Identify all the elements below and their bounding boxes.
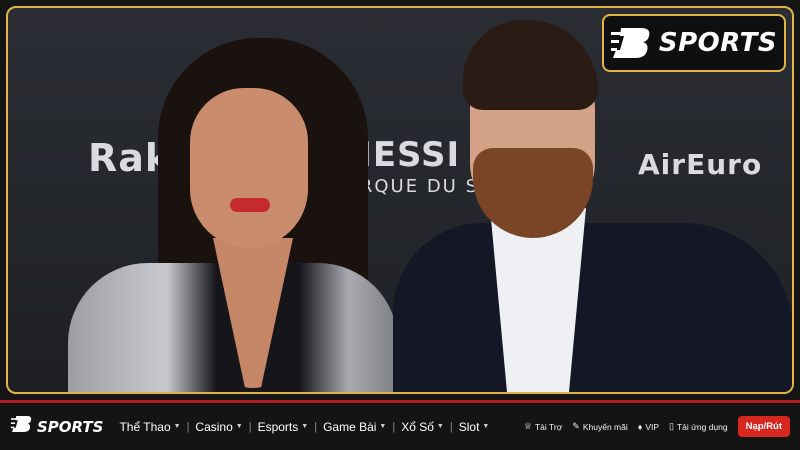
nav-item-casino[interactable]: Casino ▼ — [189, 420, 248, 434]
caret-down-icon: ▼ — [436, 423, 444, 430]
util-label: Tải ứng dụng — [676, 421, 728, 432]
util-label: Tài Trợ — [534, 421, 563, 432]
nav-item-label: Xổ Số — [401, 419, 434, 434]
nav-item-label: Esports — [257, 419, 299, 434]
nav-item-label: Casino — [195, 419, 233, 434]
nav-menu: Thể Thao ▼ | Casino ▼ | Esports ▼ | Game… — [113, 420, 495, 434]
caret-down-icon: ▼ — [379, 423, 387, 430]
caret-down-icon: ▼ — [173, 423, 181, 430]
nav-item-esports[interactable]: Esports ▼ — [252, 420, 315, 434]
nav-logo-text: SPORTS — [37, 417, 104, 436]
nav-item-label: Game Bài — [323, 419, 377, 434]
nav-logo[interactable]: SPORTS — [10, 415, 103, 438]
nav-item-slot[interactable]: Slot ▼ — [453, 420, 496, 434]
util-sponsor[interactable]: ♕ Tài Trợ — [524, 421, 562, 432]
caret-down-icon: ▼ — [482, 423, 490, 430]
hero-frame: Raku MESSI CIRQUE DU SO AirEuro TT SPORT… — [0, 0, 800, 400]
phone-icon: ▯ — [669, 421, 674, 431]
vip-icon: ♦ — [637, 421, 643, 432]
nav-item-xo-so[interactable]: Xổ Số ▼ — [395, 420, 450, 434]
util-vip[interactable]: ♦ VIP — [638, 422, 659, 432]
caret-down-icon: ▼ — [235, 423, 243, 430]
person-left-face — [190, 88, 308, 248]
brand-badge-text: SPORTS — [658, 28, 778, 58]
caret-down-icon: ▼ — [301, 423, 309, 430]
brand-badge: SPORTS — [602, 14, 786, 72]
promo-icon: ✎ — [572, 421, 580, 431]
util-label: VIP — [645, 421, 660, 432]
nav-item-label: Thể Thao — [119, 419, 171, 434]
nav-item-label: Slot — [458, 419, 480, 434]
backdrop-sponsor-right: AirEuro — [638, 148, 763, 181]
sponsor-icon: ♕ — [523, 421, 532, 431]
deposit-withdraw-button[interactable]: Nạp/Rút — [737, 416, 790, 437]
person-left-lips — [230, 198, 270, 212]
brand-b-icon — [610, 26, 653, 60]
person-right-hair — [463, 20, 598, 110]
util-label: Khuyến mãi — [582, 421, 628, 432]
util-promo[interactable]: ✎ Khuyến mãi — [572, 421, 627, 432]
nav-item-the-thao[interactable]: Thể Thao ▼ — [113, 420, 186, 434]
nav-utilities: ♕ Tài Trợ ✎ Khuyến mãi ♦ VIP ▯ Tải ứng d… — [524, 416, 790, 437]
nav-logo-b-icon — [10, 415, 34, 438]
nav-item-game-bai[interactable]: Game Bài ▼ — [317, 420, 392, 434]
person-right-suit — [393, 223, 792, 392]
bottom-nav: SPORTS Thể Thao ▼ | Casino ▼ | Esports ▼… — [0, 400, 800, 450]
util-download-app[interactable]: ▯ Tải ứng dụng — [669, 421, 728, 432]
